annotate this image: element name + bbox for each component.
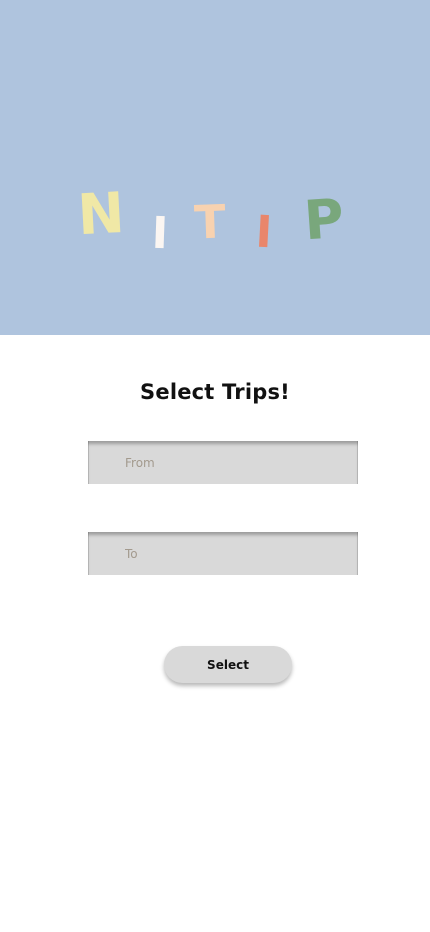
select-button[interactable]: Select — [164, 646, 292, 683]
nitip-logo: NITIP — [76, 181, 346, 260]
page-title: Select Trips! — [140, 380, 290, 404]
logo-letter: N — [76, 181, 126, 248]
to-input[interactable] — [88, 532, 358, 575]
from-input[interactable] — [88, 441, 358, 484]
logo-letter: I — [254, 207, 273, 259]
logo-letter: I — [151, 208, 169, 260]
logo-letter: P — [302, 187, 346, 253]
header-banner: NITIP — [0, 0, 430, 335]
logo-letter: T — [193, 194, 227, 249]
